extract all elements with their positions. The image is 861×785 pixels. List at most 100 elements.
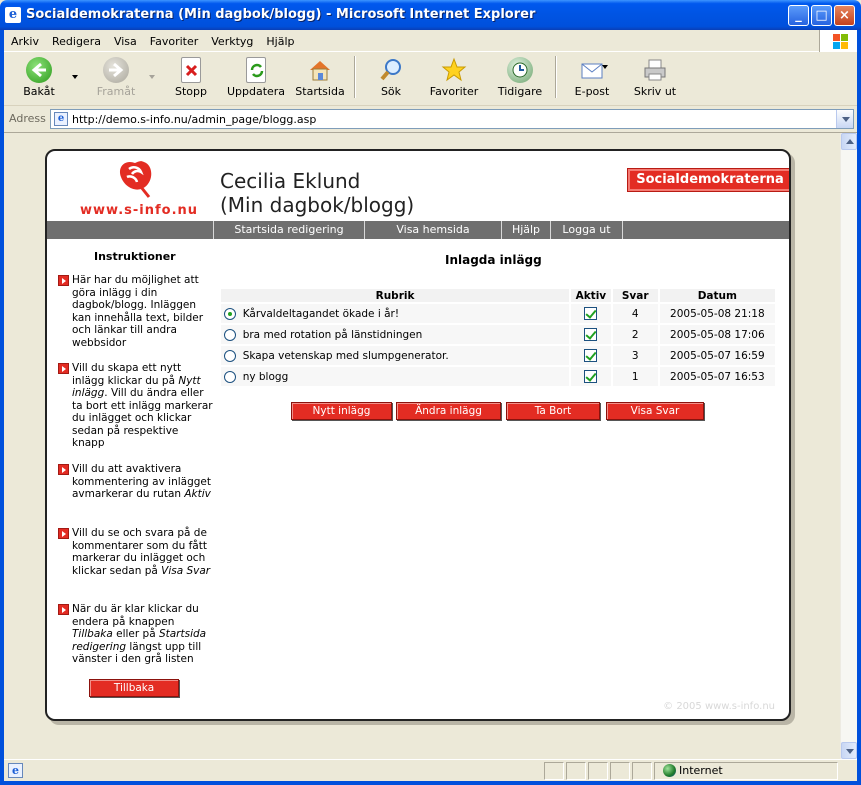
nav-visa-hemsida[interactable]: Visa hemsida <box>364 221 501 239</box>
close-button[interactable]: × <box>834 5 855 26</box>
address-url[interactable]: http://demo.s-info.nu/admin_page/blogg.a… <box>72 113 316 126</box>
post-select-radio[interactable] <box>224 370 236 383</box>
favorites-label: Favoriter <box>429 85 479 98</box>
table-row[interactable]: bra med rotation på länstidningen 2 2005… <box>221 325 775 344</box>
instruction-text: När du är klar klickar du endera på knap… <box>72 603 199 628</box>
status-pane <box>588 762 608 780</box>
menu-visa[interactable]: Visa <box>107 31 143 48</box>
post-select-radio[interactable] <box>224 349 236 362</box>
view-replies-button[interactable]: Visa Svar <box>606 402 704 420</box>
scroll-down-button[interactable] <box>841 742 857 759</box>
status-pane <box>544 762 564 780</box>
print-button[interactable]: Skriv ut <box>630 57 680 98</box>
post-active-checkbox[interactable] <box>584 328 598 341</box>
address-label: Adress <box>9 112 46 125</box>
stop-label: Stopp <box>175 85 207 98</box>
column-header-aktiv: Aktiv <box>571 289 611 302</box>
instruction-item: När du är klar klickar du endera på knap… <box>58 603 213 666</box>
minimize-button[interactable]: _ <box>788 5 809 26</box>
post-active-checkbox[interactable] <box>584 370 598 383</box>
edit-post-button[interactable]: Ändra inlägg <box>396 402 501 420</box>
mail-icon <box>579 57 605 83</box>
page-icon: e <box>54 112 68 126</box>
admin-nav-bar: Startsida redigering Visa hemsida Hjälp … <box>47 221 789 239</box>
instruction-text: Vill du skapa ett nytt inlägg klickar du… <box>72 362 182 387</box>
window-title: Socialdemokraterna (Min dagbok/blogg) - … <box>26 7 536 22</box>
section-title: Inlagda inlägg <box>445 253 542 267</box>
forward-dropdown-icon[interactable] <box>149 75 155 79</box>
post-active-checkbox[interactable] <box>584 307 598 320</box>
stop-icon <box>181 57 201 83</box>
menu-arkiv[interactable]: Arkiv <box>4 31 45 48</box>
window-title-bar[interactable]: e Socialdemokraterna (Min dagbok/blogg) … <box>0 0 861 30</box>
instruction-emphasis: Tillbaka <box>72 628 113 640</box>
posts-table: Rubrik Aktiv Svar Datum Kårvaldeltagande… <box>219 287 777 388</box>
back-dropdown-icon[interactable] <box>72 75 78 79</box>
address-dropdown-button[interactable] <box>836 110 853 128</box>
window-border-right <box>857 30 861 781</box>
column-header-rubrik: Rubrik <box>221 289 570 302</box>
arrow-bullet-icon <box>58 528 69 539</box>
menu-hjalp[interactable]: Hjälp <box>259 31 300 48</box>
address-input[interactable]: e http://demo.s-info.nu/admin_page/blogg… <box>50 109 854 129</box>
stop-button[interactable]: Stopp <box>168 57 214 98</box>
address-bar: Adress e http://demo.s-info.nu/admin_pag… <box>4 107 857 131</box>
delete-post-button[interactable]: Ta Bort <box>506 402 600 420</box>
post-replies: 1 <box>612 367 658 386</box>
post-select-radio[interactable] <box>224 307 236 320</box>
internet-globe-icon <box>663 764 676 777</box>
back-page-button[interactable]: Tillbaka <box>89 679 179 697</box>
menu-redigera[interactable]: Redigera <box>45 31 107 48</box>
admin-card: www.s-info.nu Cecilia Eklund (Min dagbok… <box>45 149 791 721</box>
history-button[interactable]: Tidigare <box>494 57 546 98</box>
scroll-up-button[interactable] <box>841 133 857 150</box>
history-icon <box>507 57 533 83</box>
menu-verktyg[interactable]: Verktyg <box>204 31 259 48</box>
table-row[interactable]: Kårvaldeltagandet ökade i år! 4 2005-05-… <box>221 304 775 323</box>
logo-text: www.s-info.nu <box>80 203 199 218</box>
arrow-bullet-icon <box>58 275 69 286</box>
arrow-bullet-icon <box>58 464 69 475</box>
ie-icon: e <box>5 7 21 23</box>
vertical-scrollbar[interactable] <box>840 133 857 759</box>
forward-button[interactable]: Framåt <box>92 57 140 98</box>
instruction-item: Vill du skapa ett nytt inlägg klickar du… <box>58 362 213 450</box>
search-button[interactable]: Sök <box>376 57 406 98</box>
post-date: 2005-05-08 21:18 <box>659 304 775 323</box>
status-pane <box>610 762 630 780</box>
instruction-item: Här har du möjlighet att göra inlägg i d… <box>58 274 213 349</box>
copyright-text: © 2005 www.s-info.nu <box>663 701 775 712</box>
nav-hjalp[interactable]: Hjälp <box>501 221 550 239</box>
new-post-button[interactable]: Nytt inlägg <box>291 402 392 420</box>
window-border-bottom <box>0 781 861 785</box>
table-row[interactable]: Skapa vetenskap med slumpgenerator. 3 20… <box>221 346 775 365</box>
post-select-radio[interactable] <box>224 328 236 341</box>
windows-logo-icon <box>819 30 857 52</box>
menu-favoriter[interactable]: Favoriter <box>143 31 204 48</box>
refresh-button[interactable]: Uppdatera <box>226 57 286 98</box>
status-bar: e Internet <box>4 759 857 781</box>
history-label: Tidigare <box>497 85 543 98</box>
menu-bar: Arkiv Redigera Visa Favoriter Verktyg Hjälp <box>4 30 857 52</box>
print-label: Skriv ut <box>633 85 677 98</box>
table-row[interactable]: ny blogg 1 2005-05-07 16:53 <box>221 367 775 386</box>
maximize-button[interactable]: □ <box>811 5 832 26</box>
page-viewport: www.s-info.nu Cecilia Eklund (Min dagbok… <box>4 132 857 759</box>
home-label: Startsida <box>295 85 345 98</box>
mail-dropdown-icon[interactable] <box>602 65 608 69</box>
status-pane <box>566 762 586 780</box>
post-active-checkbox[interactable] <box>584 349 598 362</box>
post-date: 2005-05-07 16:53 <box>659 367 775 386</box>
page-status-icon: e <box>8 763 23 778</box>
nav-logga-ut[interactable]: Logga ut <box>550 221 623 239</box>
favorites-button[interactable]: Favoriter <box>428 57 480 98</box>
security-zone-label: Internet <box>679 764 723 777</box>
instruction-item: Vill du se och svara på de kommentarer s… <box>58 527 213 577</box>
mail-button[interactable]: E-post <box>570 57 614 98</box>
back-button[interactable]: Bakåt <box>16 57 62 98</box>
instruction-text: eller på <box>112 628 159 640</box>
nav-startsida-redigering[interactable]: Startsida redigering <box>213 221 364 239</box>
home-button[interactable]: Startsida <box>295 57 345 98</box>
back-label: Bakåt <box>23 85 55 98</box>
search-label: Sök <box>380 85 402 98</box>
